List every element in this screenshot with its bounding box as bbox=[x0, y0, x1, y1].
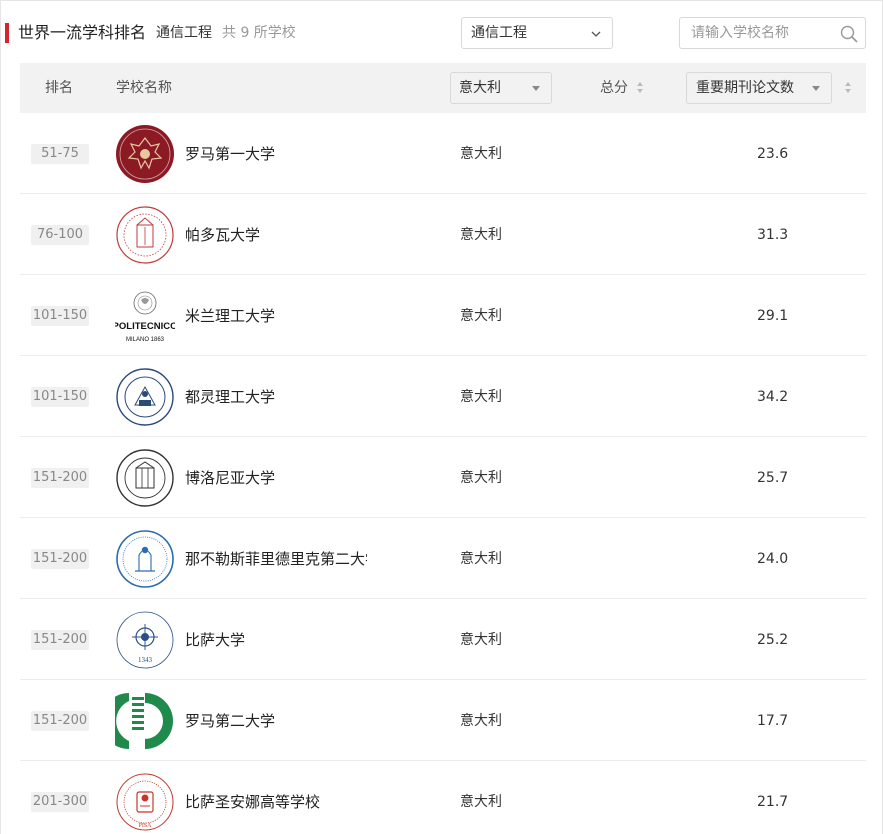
country: 意大利 bbox=[460, 308, 502, 324]
table-row[interactable]: 201-300 PISA 比萨圣安娜高等学校 意大利 21.7 bbox=[20, 761, 866, 834]
rank-badge: 151-200 bbox=[31, 711, 89, 731]
rank-badge: 101-150 bbox=[31, 387, 89, 407]
rank-badge: 151-200 bbox=[31, 630, 89, 650]
column-total[interactable]: 总分 bbox=[600, 63, 628, 113]
table-row[interactable]: 101-150 POLITECNICO MILANO 1863 米兰理工大学 意… bbox=[20, 275, 866, 356]
table-header: 排名 学校名称 意大利 总分 重要期刊论文数 bbox=[20, 63, 866, 113]
score: 31.3 bbox=[757, 227, 789, 243]
score: 21.7 bbox=[757, 794, 789, 810]
search-icon[interactable] bbox=[839, 24, 859, 44]
country: 意大利 bbox=[460, 227, 502, 243]
column-school-name: 学校名称 bbox=[116, 80, 172, 96]
score: 17.7 bbox=[757, 713, 789, 729]
school-name[interactable]: 米兰理工大学 bbox=[185, 305, 367, 327]
total-sort-icon[interactable] bbox=[637, 82, 644, 95]
padova-seal-icon[interactable] bbox=[115, 205, 175, 265]
score: 24.0 bbox=[757, 551, 789, 567]
school-name[interactable]: 都灵理工大学 bbox=[185, 386, 367, 408]
country: 意大利 bbox=[460, 389, 502, 405]
rank-badge: 201-300 bbox=[31, 792, 89, 812]
dropdown-caret-icon bbox=[812, 86, 820, 91]
country: 意大利 bbox=[460, 794, 502, 810]
pisa-seal-icon[interactable]: 1343 bbox=[115, 610, 175, 670]
table-row[interactable]: 151-200 博洛尼亚大学 意大利 25.7 bbox=[20, 437, 866, 518]
table-row[interactable]: 151-200 那不勒斯菲里德里克第二大学 意大利 24.0 bbox=[20, 518, 866, 599]
school-name[interactable]: 那不勒斯菲里德里克第二大学 bbox=[185, 548, 367, 570]
metric-select[interactable]: 重要期刊论文数 bbox=[686, 72, 832, 104]
santanna-seal-icon[interactable]: PISA bbox=[115, 772, 175, 832]
rank-badge: 151-200 bbox=[31, 549, 89, 569]
naples-seal-icon[interactable] bbox=[115, 529, 175, 589]
table-row[interactable]: 101-150 都灵理工大学 意大利 34.2 bbox=[20, 356, 866, 437]
school-name[interactable]: 博洛尼亚大学 bbox=[185, 467, 367, 489]
ranking-panel: 世界一流学科排名 通信工程 共 9 所学校 通信工程 排名 学校名称 意大利 总… bbox=[0, 0, 883, 834]
svg-text:POLITECNICO: POLITECNICO bbox=[115, 321, 175, 332]
subject-select[interactable]: 通信工程 bbox=[461, 17, 613, 49]
score: 25.7 bbox=[757, 470, 789, 486]
school-name[interactable]: 帕多瓦大学 bbox=[185, 224, 367, 246]
school-name[interactable]: 比萨圣安娜高等学校 bbox=[185, 791, 367, 813]
subject-label: 通信工程 bbox=[156, 25, 212, 41]
country: 意大利 bbox=[460, 146, 502, 162]
table-row[interactable]: 151-200 1343 比萨大学 意大利 25.2 bbox=[20, 599, 866, 680]
page-title: 世界一流学科排名 bbox=[18, 23, 147, 42]
polimi-logo-icon[interactable]: POLITECNICO MILANO 1863 bbox=[115, 286, 175, 346]
search-box[interactable] bbox=[679, 17, 866, 49]
school-name[interactable]: 比萨大学 bbox=[185, 629, 367, 651]
metric-sort-icon[interactable] bbox=[845, 82, 852, 95]
svg-text:PISA: PISA bbox=[138, 823, 152, 829]
polito-seal-icon[interactable] bbox=[115, 367, 175, 427]
dropdown-caret-icon bbox=[532, 86, 540, 91]
country-filter[interactable]: 意大利 bbox=[450, 72, 552, 104]
column-rank: 排名 bbox=[45, 80, 73, 96]
country: 意大利 bbox=[460, 551, 502, 567]
country: 意大利 bbox=[460, 470, 502, 486]
subject-select-value: 通信工程 bbox=[471, 25, 527, 41]
ranking-table-body: 51-75 罗马第一大学 意大利 23.6 76-100 帕多瓦大学 意大利 3… bbox=[20, 113, 866, 834]
score: 23.6 bbox=[757, 146, 789, 162]
table-row[interactable]: 76-100 帕多瓦大学 意大利 31.3 bbox=[20, 194, 866, 275]
country: 意大利 bbox=[460, 632, 502, 648]
chevron-down-icon bbox=[591, 31, 601, 37]
rank-badge: 101-150 bbox=[31, 306, 89, 326]
rank-badge: 76-100 bbox=[31, 225, 89, 245]
school-count: 共 9 所学校 bbox=[222, 25, 296, 41]
table-row[interactable]: 151-200 罗马第二大学 意大利 17.7 bbox=[20, 680, 866, 761]
svg-text:1343: 1343 bbox=[138, 656, 153, 664]
rank-badge: 151-200 bbox=[31, 468, 89, 488]
school-name[interactable]: 罗马第一大学 bbox=[185, 143, 367, 165]
bologna-seal-icon[interactable] bbox=[115, 448, 175, 508]
country: 意大利 bbox=[460, 713, 502, 729]
table-row[interactable]: 51-75 罗马第一大学 意大利 23.6 bbox=[20, 113, 866, 194]
search-input[interactable] bbox=[681, 19, 831, 47]
score: 34.2 bbox=[757, 389, 789, 405]
score: 25.2 bbox=[757, 632, 789, 648]
country-filter-value: 意大利 bbox=[459, 80, 501, 96]
svg-text:MILANO 1863: MILANO 1863 bbox=[126, 337, 165, 343]
panel-header: 世界一流学科排名 通信工程 共 9 所学校 通信工程 bbox=[1, 1, 882, 63]
torvergata-logo-icon[interactable] bbox=[115, 691, 175, 751]
metric-select-value: 重要期刊论文数 bbox=[696, 80, 794, 96]
school-name[interactable]: 罗马第二大学 bbox=[185, 710, 367, 732]
rank-badge: 51-75 bbox=[31, 144, 89, 164]
score: 29.1 bbox=[757, 308, 789, 324]
sapienza-seal-icon[interactable] bbox=[115, 124, 175, 184]
accent-bar bbox=[5, 23, 9, 43]
